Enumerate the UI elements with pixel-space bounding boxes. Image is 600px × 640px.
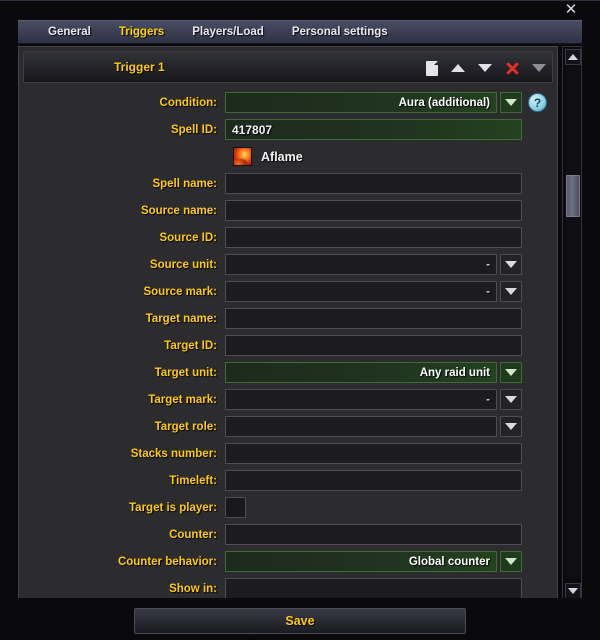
label-show-in: Show in: bbox=[169, 582, 217, 595]
counter-behavior-chevron-down-icon[interactable] bbox=[500, 551, 522, 572]
trigger-header-actions bbox=[426, 52, 546, 84]
spell-result: Aflame bbox=[23, 143, 553, 170]
field-row-target-unit: Target unit: Any raid unit bbox=[23, 359, 553, 386]
label-source-unit: Source unit: bbox=[149, 258, 217, 271]
tab-triggers[interactable]: Triggers bbox=[105, 20, 178, 44]
source-unit-value: - bbox=[486, 258, 490, 271]
field-row-spell-id: Spell ID: 417807 bbox=[23, 116, 553, 143]
trigger-title: Trigger 1 bbox=[114, 60, 165, 74]
trigger-panel-scroll-content: Trigger 1 Condition: Aura (additional) ?… bbox=[20, 48, 556, 600]
label-spell-id: Spell ID: bbox=[170, 123, 217, 136]
scroll-down-arrow[interactable] bbox=[565, 583, 581, 599]
counter-input[interactable] bbox=[225, 524, 522, 545]
condition-select[interactable]: Aura (additional) bbox=[225, 92, 497, 113]
target-unit-chevron-down-icon[interactable] bbox=[500, 362, 522, 383]
spell-result-name: Aflame bbox=[261, 149, 303, 164]
label-counter: Counter: bbox=[169, 528, 217, 541]
scrollbar-thumb[interactable] bbox=[566, 175, 580, 217]
field-row-counter: Counter: bbox=[23, 521, 553, 548]
trigger-panel: Trigger 1 Condition: Aura (additional) ?… bbox=[18, 46, 558, 602]
target-unit-select[interactable]: Any raid unit bbox=[225, 362, 497, 383]
vertical-scrollbar[interactable] bbox=[562, 46, 582, 602]
field-row-timeleft: Timeleft: bbox=[23, 467, 553, 494]
target-unit-value: Any raid unit bbox=[419, 366, 490, 379]
field-row-target-is-player: Target is player: bbox=[23, 494, 553, 521]
target-is-player-checkbox[interactable] bbox=[225, 497, 246, 518]
condition-value: Aura (additional) bbox=[398, 96, 490, 109]
spell-id-value: 417807 bbox=[232, 122, 273, 137]
counter-behavior-value: Global counter bbox=[408, 555, 490, 568]
source-mark-chevron-down-icon[interactable] bbox=[500, 281, 522, 302]
delete-icon[interactable] bbox=[505, 61, 519, 75]
target-mark-select[interactable]: - bbox=[225, 389, 497, 410]
label-target-is-player: Target is player: bbox=[129, 501, 217, 514]
condition-chevron-down-icon[interactable] bbox=[500, 92, 522, 113]
target-mark-chevron-down-icon[interactable] bbox=[500, 389, 522, 410]
field-row-show-in: Show in: bbox=[23, 575, 553, 600]
aflame-spell-icon bbox=[233, 147, 252, 166]
show-in-input[interactable] bbox=[225, 578, 522, 599]
help-icon[interactable]: ? bbox=[528, 93, 547, 112]
trigger-header: Trigger 1 bbox=[23, 51, 553, 83]
target-role-chevron-down-icon[interactable] bbox=[500, 416, 522, 437]
target-name-input[interactable] bbox=[225, 308, 522, 329]
tab-players-load[interactable]: Players/Load bbox=[178, 20, 278, 44]
tab-general[interactable]: General bbox=[34, 20, 105, 44]
field-row-target-mark: Target mark: - bbox=[23, 386, 553, 413]
source-id-input[interactable] bbox=[225, 227, 522, 248]
stacks-number-input[interactable] bbox=[225, 443, 522, 464]
field-row-source-name: Source name: bbox=[23, 197, 553, 224]
collapse-icon[interactable] bbox=[532, 64, 546, 72]
copy-icon[interactable] bbox=[426, 60, 438, 76]
trigger-form: Condition: Aura (additional) ? Spell ID: bbox=[23, 85, 553, 600]
timeleft-input[interactable] bbox=[225, 470, 522, 491]
move-down-icon[interactable] bbox=[478, 64, 492, 72]
label-target-role: Target role: bbox=[154, 420, 217, 433]
scrollbar-track[interactable] bbox=[566, 67, 580, 579]
source-name-input[interactable] bbox=[225, 200, 522, 221]
field-row-target-id: Target ID: bbox=[23, 332, 553, 359]
save-button[interactable]: Save bbox=[134, 608, 466, 634]
label-counter-behavior: Counter behavior: bbox=[117, 555, 217, 568]
source-unit-chevron-down-icon[interactable] bbox=[500, 254, 522, 275]
footer: Save bbox=[0, 604, 600, 640]
field-row-target-role: Target role: bbox=[23, 413, 553, 440]
label-source-name: Source name: bbox=[140, 204, 217, 217]
source-unit-select[interactable]: - bbox=[225, 254, 497, 275]
label-condition: Condition: bbox=[159, 96, 217, 109]
title-bar: ✕ bbox=[0, 0, 600, 18]
field-row-target-name: Target name: bbox=[23, 305, 553, 332]
addon-window: ✕ General Triggers Players/Load Personal… bbox=[0, 0, 600, 640]
scroll-up-arrow[interactable] bbox=[565, 49, 581, 65]
tab-personal-settings[interactable]: Personal settings bbox=[278, 20, 402, 44]
field-row-source-unit: Source unit: - bbox=[23, 251, 553, 278]
target-mark-value: - bbox=[486, 393, 490, 406]
target-id-input[interactable] bbox=[225, 335, 522, 356]
label-target-unit: Target unit: bbox=[154, 366, 217, 379]
move-up-icon[interactable] bbox=[451, 64, 465, 72]
label-stacks-number: Stacks number: bbox=[130, 447, 217, 460]
target-role-select[interactable] bbox=[225, 416, 497, 437]
label-target-name: Target name: bbox=[145, 312, 217, 325]
label-source-id: Source ID: bbox=[159, 231, 217, 244]
field-row-stacks-number: Stacks number: bbox=[23, 440, 553, 467]
field-row-spell-name: Spell name: bbox=[23, 170, 553, 197]
label-source-mark: Source mark: bbox=[143, 285, 217, 298]
field-row-condition: Condition: Aura (additional) ? bbox=[23, 89, 553, 116]
label-spell-name: Spell name: bbox=[152, 177, 217, 190]
tab-bar: General Triggers Players/Load Personal s… bbox=[18, 20, 582, 44]
field-row-source-mark: Source mark: - bbox=[23, 278, 553, 305]
spell-id-input[interactable]: 417807 bbox=[225, 119, 522, 140]
source-mark-value: - bbox=[486, 285, 490, 298]
field-row-source-id: Source ID: bbox=[23, 224, 553, 251]
label-target-mark: Target mark: bbox=[148, 393, 217, 406]
counter-behavior-select[interactable]: Global counter bbox=[225, 551, 497, 572]
field-row-counter-behavior: Counter behavior: Global counter bbox=[23, 548, 553, 575]
close-icon[interactable]: ✕ bbox=[562, 2, 580, 18]
spell-name-input[interactable] bbox=[225, 173, 522, 194]
label-timeleft: Timeleft: bbox=[169, 474, 217, 487]
label-target-id: Target ID: bbox=[164, 339, 217, 352]
source-mark-select[interactable]: - bbox=[225, 281, 497, 302]
